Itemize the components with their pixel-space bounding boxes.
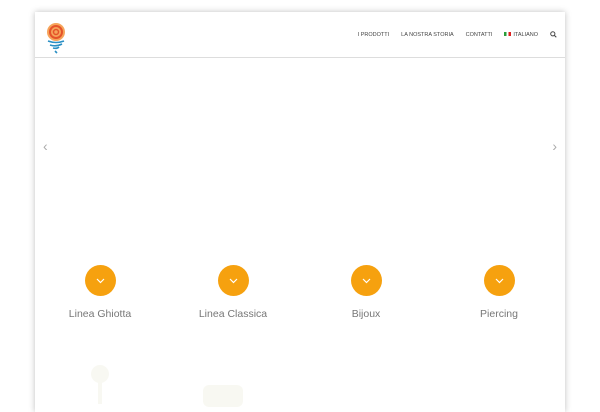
category-bijoux[interactable]: Bijoux xyxy=(316,265,416,320)
slider-next-arrow-icon[interactable]: › xyxy=(552,138,557,154)
nav-item-storia[interactable]: LA NOSTRA STORIA xyxy=(401,32,453,38)
page-frame: I PRODOTTI LA NOSTRA STORIA CONTATTI ITA… xyxy=(35,12,565,412)
header: I PRODOTTI LA NOSTRA STORIA CONTATTI ITA… xyxy=(35,12,565,58)
product-image-faded xyxy=(91,365,109,404)
category-piercing[interactable]: Piercing xyxy=(449,265,549,320)
language-selector[interactable]: ITALIANO xyxy=(504,32,538,38)
category-label[interactable]: Bijoux xyxy=(316,308,416,320)
main-nav: I PRODOTTI LA NOSTRA STORIA CONTATTI ITA… xyxy=(358,31,557,38)
chevron-down-icon[interactable] xyxy=(350,265,382,296)
category-label[interactable]: Linea Classica xyxy=(183,308,283,320)
chevron-down-icon[interactable] xyxy=(483,265,515,296)
category-label[interactable]: Linea Ghiotta xyxy=(50,308,150,320)
logo[interactable] xyxy=(45,22,67,54)
product-image-faded xyxy=(203,385,243,407)
category-label[interactable]: Piercing xyxy=(449,308,549,320)
slider-prev-arrow-icon[interactable]: ‹ xyxy=(43,138,48,154)
category-linea-ghiotta[interactable]: Linea Ghiotta xyxy=(50,265,150,320)
nav-item-contatti[interactable]: CONTATTI xyxy=(466,32,493,38)
category-linea-classica[interactable]: Linea Classica xyxy=(183,265,283,320)
italy-flag-icon xyxy=(504,32,512,37)
language-label: ITALIANO xyxy=(513,31,538,38)
nav-item-prodotti[interactable]: I PRODOTTI xyxy=(358,32,389,38)
chevron-down-icon[interactable] xyxy=(84,265,116,296)
chevron-down-icon[interactable] xyxy=(217,265,249,296)
search-icon[interactable] xyxy=(550,31,557,38)
